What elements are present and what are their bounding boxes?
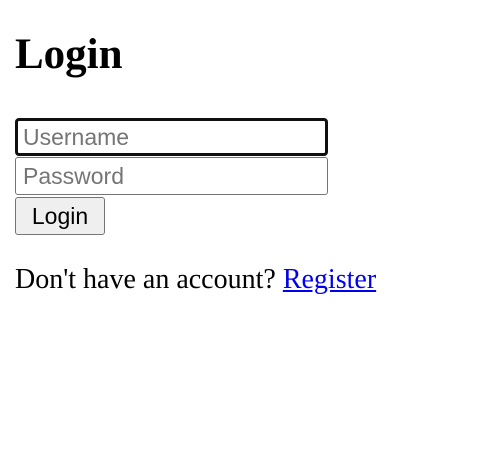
login-button[interactable]: Login	[15, 197, 105, 235]
password-input[interactable]	[15, 157, 328, 195]
register-prompt: Don't have an account? Register	[15, 262, 376, 298]
username-input[interactable]	[15, 118, 328, 156]
page-title: Login	[15, 31, 123, 78]
register-prompt-text: Don't have an account?	[15, 264, 276, 295]
register-link[interactable]: Register	[283, 264, 376, 295]
